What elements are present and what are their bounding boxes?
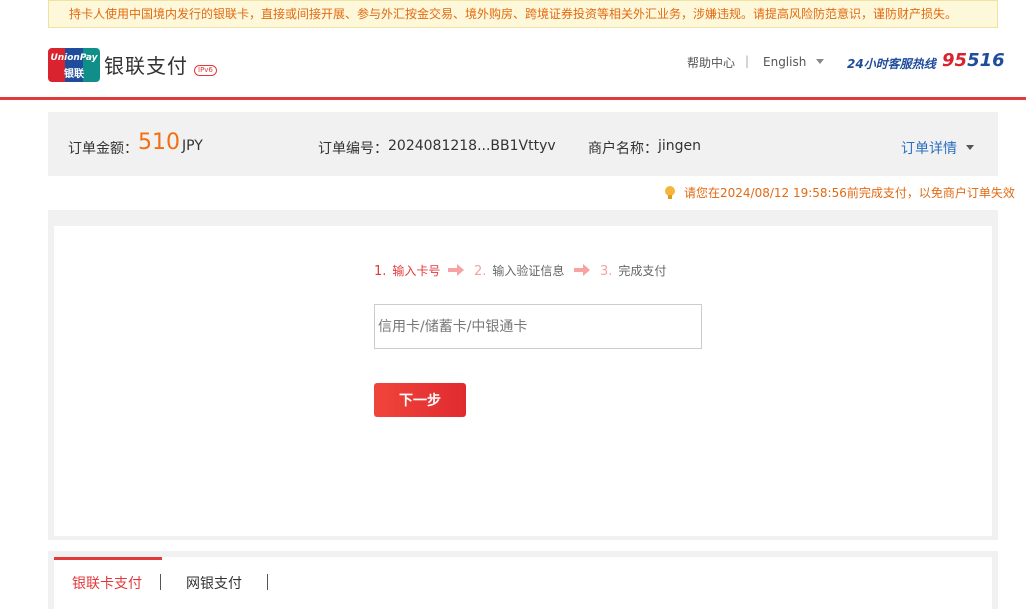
payment-deadline-notice: 请您在2024/08/12 19:58:56前完成支付，以免商户订单失效: [684, 186, 1015, 200]
lightbulb-icon: [665, 186, 675, 199]
order-amount: 510: [138, 130, 180, 155]
language-selector[interactable]: English: [763, 55, 806, 69]
next-step-button[interactable]: 下一步: [374, 383, 466, 417]
hotline-suffix: 516: [967, 50, 1005, 71]
card-number-input[interactable]: [374, 304, 702, 349]
order-summary-bar: 订单金额： 510 JPY 订单编号： 2024081218...BB1Vtty…: [48, 112, 998, 176]
ipv6-badge: IPv6: [194, 65, 217, 76]
header-separator: |: [745, 54, 750, 68]
step-1: 1. 输入卡号: [374, 264, 441, 279]
step-3: 3. 完成支付: [600, 264, 667, 279]
arrow-right-icon: [448, 264, 464, 276]
hotline-number: 95516: [942, 50, 1005, 71]
merchant-name: jingen: [658, 138, 702, 154]
tab-unionpay-card[interactable]: 银联卡支付: [72, 573, 142, 593]
order-number: 2024081218...BB1Vttyv: [388, 138, 556, 154]
notice-text: 持卡人使用中国境内发行的银联卡，直接或间接开展、参与外汇按金交易、境外购房、跨境…: [69, 7, 958, 21]
order-currency: JPY: [182, 138, 203, 154]
logo-text-bottom: 银联: [64, 69, 84, 80]
tab-online-banking[interactable]: 网银支付: [186, 573, 242, 593]
arrow-right-icon: [574, 264, 590, 276]
merchant-label: 商户名称：: [588, 141, 658, 157]
step-2: 2. 输入验证信息: [474, 264, 565, 279]
order-number-label: 订单编号：: [318, 141, 388, 157]
tab-divider: [160, 574, 161, 590]
unionpay-logo: UnionPay 银联: [48, 48, 100, 82]
tab-divider: [267, 574, 268, 590]
caret-down-icon[interactable]: [966, 145, 974, 150]
caret-down-icon[interactable]: [816, 59, 824, 64]
hotline-label: 24小时客服热线: [847, 57, 936, 71]
order-details-toggle[interactable]: 订单详情: [901, 138, 957, 158]
help-center-link[interactable]: 帮助中心: [687, 54, 735, 71]
hotline-prefix: 95: [942, 50, 968, 71]
brand-title: 银联支付: [104, 54, 188, 78]
header: UnionPay 银联 银联支付 IPv6 帮助中心 | English 24小…: [0, 28, 1026, 100]
amount-label: 订单金额：: [68, 141, 138, 157]
compliance-notice-banner: 持卡人使用中国境内发行的银联卡，直接或间接开展、参与外汇按金交易、境外购房、跨境…: [48, 0, 998, 28]
logo-text-top: UnionPay: [50, 53, 98, 63]
active-tab-indicator: [54, 557, 162, 560]
